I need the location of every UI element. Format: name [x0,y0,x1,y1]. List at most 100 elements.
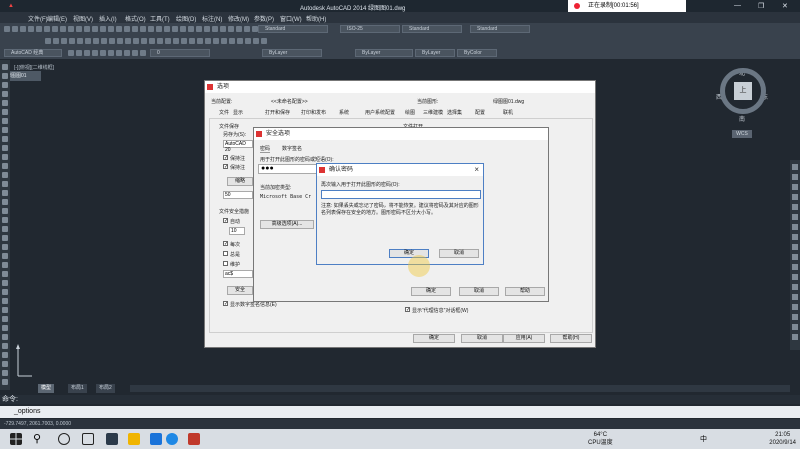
draw-tool-icon[interactable] [2,352,8,358]
dim-style-select[interactable]: ISO-25 [340,25,400,33]
search-icon[interactable]: ⚲ [33,433,45,445]
toolbar-tool-icon[interactable] [60,26,66,32]
options-tab[interactable]: 显示 [233,109,243,116]
toolbar-tool-icon[interactable] [212,26,218,32]
toolbar-tool-icon[interactable] [125,38,131,44]
restore-icon[interactable]: ❐ [758,2,764,10]
toolbar-tool-icon[interactable] [188,26,194,32]
draw-tool-icon[interactable] [2,208,8,214]
nav-tool-icon[interactable] [792,304,798,310]
toolbar-tool-icon[interactable] [76,26,82,32]
mleader-style-select[interactable]: Standard [470,25,530,33]
toolbar-tool-icon[interactable] [12,26,18,32]
options-apply-button[interactable]: 应用(A) [503,334,545,343]
toolbar-tool-icon[interactable] [92,50,98,56]
plotstyle-select[interactable]: ByColor [457,49,497,57]
text-style-select[interactable]: Standard [258,25,328,33]
draw-tool-icon[interactable] [2,298,8,304]
draw-tool-icon[interactable] [2,361,8,367]
draw-tool-icon[interactable] [2,163,8,169]
draw-tool-icon[interactable] [2,235,8,241]
toolbar-tool-icon[interactable] [244,26,250,32]
toolbar-tool-icon[interactable] [101,38,107,44]
cpu-temp[interactable]: 64°C CPU温度 [588,431,613,447]
menu-item[interactable]: 插入(I) [99,14,117,23]
options-tab[interactable]: 系统 [339,109,349,116]
security-help-button[interactable]: 帮助 [505,287,545,296]
toolbar-tool-icon[interactable] [180,26,186,32]
draw-tool-icon[interactable] [2,154,8,160]
file-explorer-icon[interactable] [128,433,140,445]
draw-tool-icon[interactable] [2,91,8,97]
toolbar-tool-icon[interactable] [156,26,162,32]
toolbar-tool-icon[interactable] [77,38,83,44]
toolbar-tool-icon[interactable] [213,38,219,44]
toolbar-tool-icon[interactable] [173,38,179,44]
toolbar-tool-icon[interactable] [68,26,74,32]
draw-tool-icon[interactable] [2,253,8,259]
app-icon[interactable] [150,433,162,445]
draw-tool-icon[interactable] [2,379,8,385]
checkbox-full-check[interactable] [223,251,228,256]
toolbar-tool-icon[interactable] [132,26,138,32]
draw-tool-icon[interactable] [2,136,8,142]
toolbar-tool-icon[interactable] [117,38,123,44]
task-view-icon[interactable] [82,433,94,445]
toolbar-tool-icon[interactable] [108,26,114,32]
draw-tool-icon[interactable] [2,145,8,151]
tab-digital-signature[interactable]: 数字签名 [282,145,302,152]
draw-tool-icon[interactable] [2,109,8,115]
minimize-icon[interactable]: — [734,2,741,9]
security-ok-button[interactable]: 确定 [411,287,451,296]
workspace-select[interactable]: AutoCAD 经典 [4,49,62,57]
viewcube-top-face[interactable]: 上 [734,82,752,100]
draw-tool-icon[interactable] [2,289,8,295]
table-style-select[interactable]: Standard [402,25,462,33]
options-tab[interactable]: 配置 [475,109,485,116]
close-icon[interactable]: ✕ [782,2,788,10]
tab-layout2[interactable]: 布局2 [96,384,115,393]
viewport-label[interactable]: [-][俯视][二维线框] [14,64,54,71]
toolbar-tool-icon[interactable] [92,26,98,32]
toolbar-tool-icon[interactable] [28,26,34,32]
draw-tool-icon[interactable] [2,181,8,187]
menu-item[interactable]: 视图(V) [73,14,93,23]
toolbar-tool-icon[interactable] [141,38,147,44]
toolbar-tool-icon[interactable] [124,26,130,32]
toolbar-tool-icon[interactable] [52,26,58,32]
toolbar-tool-icon[interactable] [69,38,75,44]
security-cancel-button[interactable]: 取消 [459,287,499,296]
confirm-password-input[interactable] [321,190,481,199]
draw-tool-icon[interactable] [2,271,8,277]
temp-extension-input[interactable]: ac$ [223,270,253,278]
nav-tool-icon[interactable] [792,184,798,190]
toolbar-tool-icon[interactable] [140,50,146,56]
toolbar-tool-icon[interactable] [261,38,267,44]
toolbar-tool-icon[interactable] [165,38,171,44]
incremental-save-input[interactable]: 50 [223,191,253,199]
toolbar-tool-icon[interactable] [196,26,202,32]
nav-tool-icon[interactable] [792,294,798,300]
options-tab[interactable]: 选择集 [447,109,462,116]
nav-tool-icon[interactable] [792,214,798,220]
command-input[interactable]: _options [0,406,800,418]
draw-tool-icon[interactable] [2,127,8,133]
draw-tool-icon[interactable] [2,370,8,376]
toolbar-tool-icon[interactable] [124,50,130,56]
toolbar-tool-icon[interactable] [44,26,50,32]
cortana-icon[interactable] [58,433,70,445]
toolbar-tool-icon[interactable] [109,38,115,44]
save-as-select[interactable]: AutoCAD 20 [223,140,253,153]
toolbar-tool-icon[interactable] [116,50,122,56]
toolbar-tool-icon[interactable] [197,38,203,44]
checkbox-maintain-visual[interactable]: ✓ [223,164,228,170]
options-tab[interactable]: 三维建模 [423,109,443,116]
toolbar-tool-icon[interactable] [228,26,234,32]
toolbar-tool-icon[interactable] [100,26,106,32]
menu-item[interactable]: 编辑(E) [47,14,67,23]
nav-tool-icon[interactable] [792,204,798,210]
draw-tool-icon[interactable] [2,334,8,340]
ime-indicator[interactable]: 中 [700,434,707,444]
tab-password[interactable]: 密码 [260,145,271,153]
toolbar-tool-icon[interactable] [220,26,226,32]
